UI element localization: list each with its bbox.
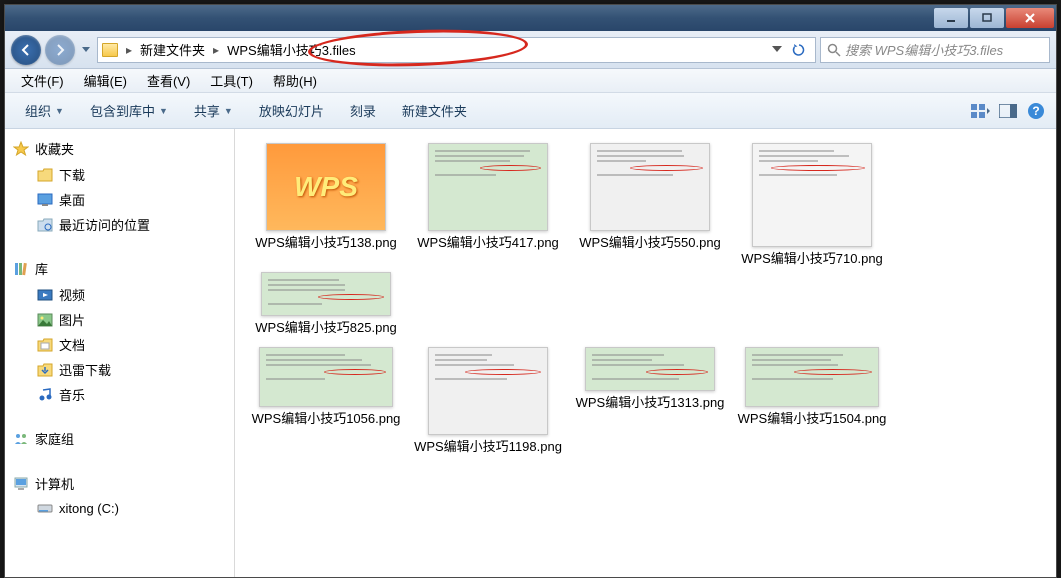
menu-view[interactable]: 查看(V)	[137, 69, 200, 92]
organize-button[interactable]: 组织▼	[13, 97, 76, 124]
sidebar-homegroup[interactable]: 家庭组	[5, 425, 234, 452]
homegroup-icon	[13, 431, 29, 447]
maximize-button[interactable]	[970, 8, 1004, 28]
video-icon	[37, 287, 53, 303]
back-button[interactable]	[11, 35, 41, 65]
menu-help[interactable]: 帮助(H)	[263, 69, 327, 92]
library-icon	[13, 261, 29, 277]
download-icon	[37, 362, 53, 378]
close-button[interactable]	[1006, 8, 1054, 28]
explorer-window: ▸ 新建文件夹 ▸ WPS编辑小技巧3.files 搜索 WPS编辑小技巧3.f…	[4, 4, 1057, 578]
computer-icon	[13, 476, 29, 492]
include-library-button[interactable]: 包含到库中▼	[78, 97, 180, 124]
menu-tools[interactable]: 工具(T)	[200, 69, 263, 92]
history-dropdown[interactable]	[79, 47, 93, 53]
titlebar	[5, 5, 1056, 31]
menu-edit[interactable]: 编辑(E)	[74, 69, 137, 92]
search-icon	[827, 43, 841, 57]
sidebar-item-desktop[interactable]: 桌面	[5, 187, 234, 212]
file-thumbnail[interactable]: WPS编辑小技巧1504.png	[733, 347, 891, 456]
breadcrumb-segment[interactable]: 新建文件夹	[136, 38, 209, 61]
body: 收藏夹 下载 桌面 最近访问的位置 库 视频 图片 文档 迅雷下载 音乐 家庭组	[5, 129, 1056, 577]
file-name: WPS编辑小技巧1198.png	[414, 439, 562, 456]
content-area[interactable]: WPS WPS编辑小技巧138.png WPS编辑小技巧417.png WPS编辑小技…	[235, 129, 1056, 577]
navigation-pane: 收藏夹 下载 桌面 最近访问的位置 库 视频 图片 文档 迅雷下载 音乐 家庭组	[5, 129, 235, 577]
thumbnail-image	[745, 347, 879, 407]
svg-text:?: ?	[1032, 104, 1039, 118]
breadcrumb-segment[interactable]: WPS编辑小技巧3.files	[223, 38, 360, 61]
file-name: WPS编辑小技巧138.png	[255, 235, 397, 252]
thumbnail-image	[590, 143, 710, 231]
sidebar-item-documents[interactable]: 文档	[5, 332, 234, 357]
address-dropdown-icon[interactable]	[769, 42, 785, 58]
drive-icon	[37, 500, 53, 516]
thumbnail-image	[261, 272, 391, 316]
folder-icon	[102, 43, 118, 57]
folder-icon	[37, 167, 53, 183]
sidebar-item-music[interactable]: 音乐	[5, 382, 234, 407]
file-name: WPS编辑小技巧1313.png	[576, 395, 725, 412]
share-button[interactable]: 共享▼	[182, 97, 245, 124]
search-input[interactable]: 搜索 WPS编辑小技巧3.files	[820, 37, 1050, 63]
thumbnail-image	[259, 347, 393, 407]
file-thumbnail[interactable]: WPS编辑小技巧417.png	[409, 143, 567, 268]
thumbnail-image	[752, 143, 872, 247]
thumbnail-image: WPS	[266, 143, 386, 231]
document-icon	[37, 337, 53, 353]
menu-file[interactable]: 文件(F)	[11, 69, 74, 92]
sidebar-item-drive-c[interactable]: xitong (C:)	[5, 497, 234, 519]
search-placeholder: 搜索 WPS编辑小技巧3.files	[845, 40, 1003, 59]
sidebar-item-thunder[interactable]: 迅雷下载	[5, 357, 234, 382]
sidebar-item-images[interactable]: 图片	[5, 307, 234, 332]
file-thumbnail[interactable]: WPS编辑小技巧1198.png	[409, 347, 567, 456]
file-name: WPS编辑小技巧1504.png	[738, 411, 887, 428]
sidebar-computer[interactable]: 计算机	[5, 470, 234, 497]
star-icon	[13, 141, 29, 157]
file-thumbnail[interactable]: WPS编辑小技巧825.png	[247, 272, 405, 337]
thumbnail-image	[428, 143, 548, 231]
sidebar-favorites[interactable]: 收藏夹	[5, 135, 234, 162]
refresh-icon[interactable]	[791, 42, 807, 58]
new-folder-button[interactable]: 新建文件夹	[390, 97, 479, 124]
address-bar[interactable]: ▸ 新建文件夹 ▸ WPS编辑小技巧3.files	[97, 37, 816, 63]
minimize-button[interactable]	[934, 8, 968, 28]
thumbnail-image	[428, 347, 548, 435]
file-name: WPS编辑小技巧550.png	[579, 235, 721, 252]
toolbar: 组织▼ 包含到库中▼ 共享▼ 放映幻灯片 刻录 新建文件夹 ?	[5, 93, 1056, 129]
file-name: WPS编辑小技巧1056.png	[252, 411, 401, 428]
file-thumbnail[interactable]: WPS WPS编辑小技巧138.png	[247, 143, 405, 268]
file-name: WPS编辑小技巧710.png	[741, 251, 883, 268]
file-thumbnail[interactable]: WPS编辑小技巧1313.png	[571, 347, 729, 456]
navigation-bar: ▸ 新建文件夹 ▸ WPS编辑小技巧3.files 搜索 WPS编辑小技巧3.f…	[5, 31, 1056, 69]
breadcrumb-separator-icon: ▸	[209, 43, 223, 57]
sidebar-item-recent[interactable]: 最近访问的位置	[5, 212, 234, 237]
file-name: WPS编辑小技巧825.png	[255, 320, 397, 337]
music-icon	[37, 387, 53, 403]
file-name: WPS编辑小技巧417.png	[417, 235, 559, 252]
forward-button[interactable]	[45, 35, 75, 65]
burn-button[interactable]: 刻录	[338, 97, 388, 124]
help-button[interactable]: ?	[1024, 99, 1048, 123]
file-thumbnail[interactable]: WPS编辑小技巧1056.png	[247, 347, 405, 456]
sidebar-library[interactable]: 库	[5, 255, 234, 282]
thumbnail-image	[585, 347, 715, 391]
breadcrumb-separator-icon: ▸	[122, 43, 136, 57]
sidebar-item-video[interactable]: 视频	[5, 282, 234, 307]
view-options-button[interactable]	[968, 99, 992, 123]
recent-icon	[37, 217, 53, 233]
menubar: 文件(F) 编辑(E) 查看(V) 工具(T) 帮助(H)	[5, 69, 1056, 93]
file-thumbnail[interactable]: WPS编辑小技巧710.png	[733, 143, 891, 268]
preview-pane-button[interactable]	[996, 99, 1020, 123]
image-icon	[37, 312, 53, 328]
sidebar-item-downloads[interactable]: 下载	[5, 162, 234, 187]
slideshow-button[interactable]: 放映幻灯片	[247, 97, 336, 124]
desktop-icon	[37, 192, 53, 208]
file-thumbnail[interactable]: WPS编辑小技巧550.png	[571, 143, 729, 268]
